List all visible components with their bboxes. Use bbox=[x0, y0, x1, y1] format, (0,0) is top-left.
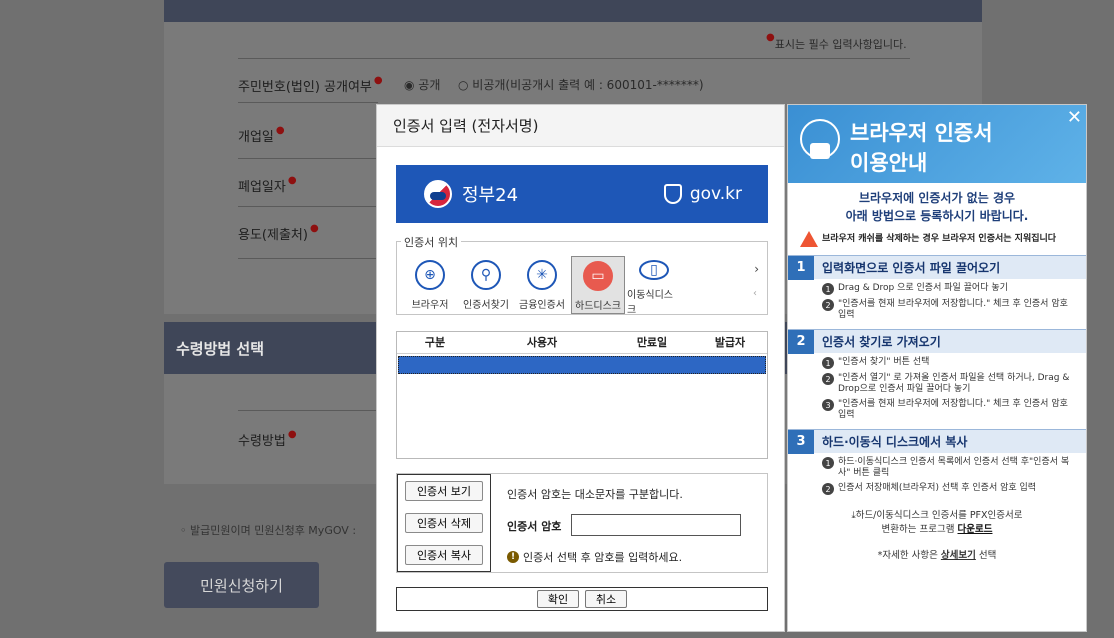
divider bbox=[238, 410, 378, 411]
details-link[interactable]: 상세보기 bbox=[941, 550, 976, 561]
section-title: 입력화면으로 인증서 파일 끌어오기 bbox=[822, 261, 1001, 275]
section-title: 하드·이동식 디스크에서 복사 bbox=[822, 435, 968, 449]
view-cert-button[interactable]: 인증서 보기 bbox=[405, 481, 483, 501]
warning-text: 브라우저 캐쉬를 삭제하는 경우 브라우저 인증서는 지워집니다 bbox=[822, 234, 1057, 244]
list-item: 1 Drag & Drop 으로 인증서 파일 끌어다 놓기 bbox=[822, 283, 1076, 295]
dialog-footer: 확인 취소 bbox=[396, 587, 768, 611]
help-intro-line: 아래 방법으로 등록하시기 바랍니다. bbox=[845, 209, 1029, 223]
help-warning: 브라우저 캐쉬를 삭제하는 경우 브라우저 인증서는 지워집니다 bbox=[800, 231, 1078, 247]
location-label: 브라우저 bbox=[411, 300, 449, 311]
gov-banner: 정부24 gov.kr bbox=[396, 165, 768, 223]
password-hint: ! 인증서 선택 후 암호를 입력하세요. bbox=[507, 549, 682, 565]
cert-location-box: 인증서 위치 ⊕ 브라우저 ⚲ 인증서찾기 ✳ 금융인증서 ▭ 하드디스크 ▯ … bbox=[396, 234, 768, 316]
divider bbox=[238, 158, 378, 159]
banner-brand: 정부24 bbox=[462, 185, 519, 206]
warning-triangle-icon bbox=[800, 231, 818, 247]
location-hard-disk[interactable]: ▭ 하드디스크 bbox=[571, 256, 625, 314]
cert-dialog: 인증서 입력 (전자서명) 정부24 gov.kr 인증서 위치 ⊕ 브라우저 … bbox=[376, 104, 785, 632]
label-purpose: 용도(제출처) ● bbox=[238, 223, 319, 243]
close-icon[interactable]: ✕ bbox=[1067, 107, 1082, 128]
divider bbox=[238, 58, 910, 59]
label-id-public: 주민번호(법인) 공개여부 ● bbox=[238, 75, 383, 95]
chevron-right-icon[interactable]: › bbox=[754, 262, 759, 276]
table-row[interactable] bbox=[398, 356, 766, 374]
browser-cert-help-panel: 브라우저 인증서 이용안내 ✕ 브라우저에 인증서가 없는 경우 아래 방법으로… bbox=[787, 104, 1087, 632]
divider bbox=[238, 102, 378, 103]
help-subtitle: 이용안내 bbox=[850, 151, 928, 175]
help-section-1: 1 입력화면으로 인증서 파일 끌어오기 1 Drag & Drop 으로 인증서 … bbox=[788, 255, 1086, 321]
usb-icon: ▯ bbox=[639, 260, 669, 280]
location-legend: 인증서 위치 bbox=[401, 234, 462, 250]
location-label: 하드디스크 bbox=[575, 301, 621, 312]
label-receive-method: 수령방법 ● bbox=[238, 429, 297, 449]
help-section-3: 3 하드·이동식 디스크에서 복사 1 하드·이동식디스크 인증서 목록에서 인증서… bbox=[788, 429, 1086, 495]
chevron-left-icon[interactable]: ‹ bbox=[753, 288, 757, 299]
more-info-note: *자세한 사항은 상세보기 선택 bbox=[877, 550, 997, 561]
download-note: ⤓하드/이동식디스크 인증서를 PFX인증서로 변환하는 프로그램 다운로드 bbox=[851, 510, 1023, 535]
footer-note: ◦ 발급민원이며 민원신청후 MyGOV : bbox=[180, 524, 357, 537]
ok-button[interactable]: 확인 bbox=[537, 590, 579, 608]
password-label: 인증서 암호 bbox=[507, 520, 562, 533]
col-issuer: 발급자 bbox=[714, 336, 746, 349]
location-label: 금융인증서 bbox=[519, 300, 565, 311]
location-label: 인증서찾기 bbox=[463, 300, 509, 311]
copy-cert-button[interactable]: 인증서 복사 bbox=[405, 545, 483, 565]
list-item: 1 "인증서 찾기" 버튼 선택 bbox=[822, 357, 1076, 369]
list-item: 2 "인증서를 현재 브라우저에 저장합니다." 체크 후 인증서 암호 입력 bbox=[822, 299, 1076, 321]
delete-cert-button[interactable]: 인증서 삭제 bbox=[405, 513, 483, 533]
divider bbox=[238, 206, 378, 207]
monitor-icon: ▭ bbox=[583, 261, 613, 291]
list-item: 2 인증서 저장매체(브라우저) 선택 후 인증서 암호 입력 bbox=[822, 483, 1076, 495]
help-header: 브라우저 인증서 이용안내 ✕ bbox=[788, 105, 1086, 183]
globe-icon: ⊕ bbox=[415, 260, 445, 290]
col-type: 구분 bbox=[424, 336, 446, 349]
help-title: 브라우저 인증서 bbox=[850, 121, 993, 145]
list-item: 1 하드·이동식디스크 인증서 목록에서 인증서 선택 후"인증서 복사" 버튼 … bbox=[822, 457, 1076, 479]
location-removable-disk[interactable]: ▯ 이동식디스크 bbox=[627, 256, 681, 316]
location-label: 이동식디스크 bbox=[627, 290, 673, 316]
magnifier-icon: ⚲ bbox=[471, 260, 501, 290]
lock-icon bbox=[810, 143, 830, 159]
submit-application-button[interactable]: 민원신청하기 bbox=[164, 562, 319, 608]
table-header: 구분 사용자 만료일 발급자 bbox=[397, 332, 767, 354]
section-number: 1 bbox=[788, 255, 814, 280]
divider bbox=[238, 258, 378, 259]
radio-private[interactable]: ○ 비공개(비공개시 출력 예 : 600101-*******) bbox=[458, 76, 704, 93]
cancel-button[interactable]: 취소 bbox=[585, 590, 627, 608]
shield-check-icon bbox=[663, 184, 682, 204]
col-user: 사용자 bbox=[526, 336, 558, 349]
required-note: ●표시는 필수 입력사항입니다. bbox=[766, 32, 907, 51]
help-section-2: 2 인증서 찾기로 가져오기 1 "인증서 찾기" 버튼 선택 2 "인증서 열기" … bbox=[788, 329, 1086, 421]
password-input[interactable] bbox=[571, 514, 741, 536]
exclamation-icon: ! bbox=[507, 551, 519, 563]
section-number: 2 bbox=[788, 329, 814, 354]
dialog-title: 인증서 입력 (전자서명) bbox=[377, 105, 784, 147]
list-item: 2 "인증서 열기" 로 가져올 인증서 파일을 선택 하거나, Drag & D… bbox=[822, 373, 1076, 395]
label-open-date: 개업일 ● bbox=[238, 125, 285, 145]
cert-table: 구분 사용자 만료일 발급자 bbox=[396, 331, 768, 459]
section-number: 3 bbox=[788, 429, 814, 454]
snowflake-icon: ✳ bbox=[527, 260, 557, 290]
label-close-date: 폐업일자 ● bbox=[238, 175, 297, 195]
taeguk-logo-icon bbox=[424, 180, 452, 208]
hint-text: 인증서 선택 후 암호를 입력하세요. bbox=[523, 551, 683, 564]
help-intro-line: 브라우저에 인증서가 없는 경우 bbox=[858, 191, 1016, 205]
password-box: 인증서 보기 인증서 삭제 인증서 복사 인증서 암호는 대소문자를 구분합니다… bbox=[396, 473, 768, 573]
help-intro: 브라우저에 인증서가 없는 경우 아래 방법으로 등록하시기 바랍니다. bbox=[788, 189, 1086, 225]
location-finance-cert[interactable]: ✳ 금융인증서 bbox=[515, 256, 569, 314]
password-case-note: 인증서 암호는 대소문자를 구분합니다. bbox=[507, 488, 683, 501]
location-find-cert[interactable]: ⚲ 인증서찾기 bbox=[459, 256, 513, 314]
location-browser[interactable]: ⊕ 브라우저 bbox=[403, 256, 457, 314]
top-section-header bbox=[164, 0, 982, 22]
list-item: 3 "인증서를 현재 브라우저에 저장합니다." 체크 후 인증서 암호 입력 bbox=[822, 399, 1076, 421]
radio-public[interactable]: ◉ 공개 bbox=[404, 76, 440, 93]
download-link[interactable]: 다운로드 bbox=[958, 524, 993, 535]
section-title: 인증서 찾기로 가져오기 bbox=[822, 335, 941, 349]
banner-domain: gov.kr bbox=[689, 184, 742, 204]
col-expiry: 만료일 bbox=[636, 336, 668, 349]
